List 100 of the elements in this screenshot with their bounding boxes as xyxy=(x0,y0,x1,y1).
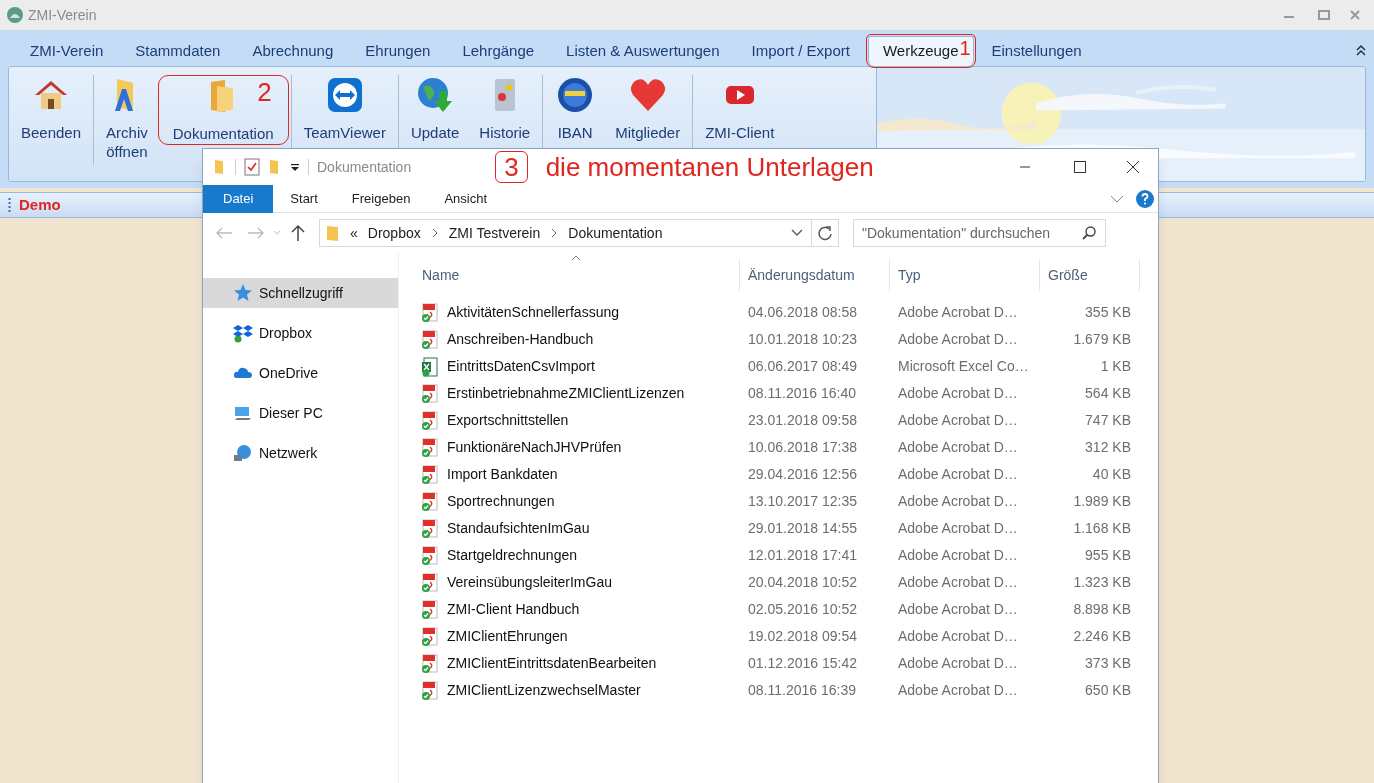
file-name[interactable]: Import Bankdaten xyxy=(447,464,558,485)
nav-item[interactable]: Schnellzugriff xyxy=(203,278,398,308)
annotation-number: 1 xyxy=(959,36,971,61)
type-cell-text: Adobe Acrobat D… xyxy=(897,465,1019,484)
column-header[interactable]: Typ xyxy=(890,259,1040,291)
file-name[interactable]: Anschreiben-Handbuch xyxy=(447,329,594,350)
path-overflow[interactable]: « xyxy=(350,222,358,244)
type-cell-text: Adobe Acrobat D… xyxy=(897,573,1019,592)
address-bar[interactable]: « Dropbox ZMI Testverein Dokumentation xyxy=(319,219,839,247)
size-cell-text: 650 KB xyxy=(1084,681,1132,700)
file-name-cell[interactable]: AktivitätenSchnellerfassung xyxy=(399,302,740,323)
ribbon-tab[interactable]: Freigeben xyxy=(334,184,428,213)
folder-icon xyxy=(326,224,340,242)
ribbon-button[interactable]: Beenden xyxy=(11,75,92,142)
checklist-icon[interactable] xyxy=(244,158,260,176)
pdf-file-icon xyxy=(421,383,439,404)
file-name-cell[interactable]: Import Bankdaten xyxy=(399,464,740,485)
chevron-right-icon[interactable] xyxy=(430,228,439,238)
file-name-cell[interactable]: ZMIClientLizenzwechselMaster xyxy=(399,680,740,701)
file-name-cell[interactable]: ZMIClientEhrungen xyxy=(399,626,740,647)
file-name-cell[interactable]: StandaufsichtenImGau xyxy=(399,518,740,539)
up-arrow-icon[interactable] xyxy=(291,224,305,242)
menu-tab[interactable]: Lehrgänge xyxy=(446,36,551,66)
date-cell-text: 29.01.2018 14:55 xyxy=(747,519,858,538)
ribbon-button[interactable]: Update xyxy=(400,75,470,142)
size-cell-text: 564 KB xyxy=(1084,384,1132,403)
ribbon-button[interactable]: TeamViewer xyxy=(293,75,396,142)
column-header[interactable]: Name xyxy=(399,259,740,291)
file-name[interactable]: VereinsübungsleiterImGau xyxy=(447,572,612,593)
file-name-cell[interactable]: ZMIClientEintrittsdatenBearbeiten xyxy=(399,653,740,674)
size-cell-text: 1.323 KB xyxy=(1072,573,1132,592)
annotation-text: die momentanen Unterlagen xyxy=(545,150,874,184)
ribbon-tab[interactable]: Start xyxy=(273,184,335,213)
file-name[interactable]: ZMIClientLizenzwechselMaster xyxy=(447,680,641,701)
menu-tab[interactable]: ZMI-Verein xyxy=(14,36,120,66)
pdf-file-icon xyxy=(421,329,439,350)
file-name[interactable]: StandaufsichtenImGau xyxy=(447,518,590,539)
search-icon[interactable] xyxy=(1082,226,1096,240)
file-name-cell[interactable]: VereinsübungsleiterImGau xyxy=(399,572,740,593)
ribbon-button[interactable]: Archiv öffnen xyxy=(96,75,158,161)
search-field[interactable]: "Dokumentation" durchsuchen xyxy=(853,219,1106,247)
file-name-cell[interactable]: ZMI-Client Handbuch xyxy=(399,599,740,620)
date-cell-text: 10.06.2018 17:38 xyxy=(747,438,858,457)
file-name[interactable]: Exportschnittstellen xyxy=(447,410,569,431)
file-name[interactable]: Sportrechnungen xyxy=(447,491,555,512)
column-header[interactable]: Änderungsdatum xyxy=(740,259,890,291)
ribbon-button[interactable]: ZMI-Client xyxy=(695,75,785,142)
ribbon-button[interactable]: IBAN xyxy=(545,75,606,142)
chevron-right-icon[interactable] xyxy=(550,228,559,238)
column-header[interactable]: Größe xyxy=(1040,259,1140,291)
menu-tab[interactable]: Import / Export xyxy=(735,36,866,66)
size-cell-text: 373 KB xyxy=(1084,654,1132,673)
menu-tab[interactable]: Einstellungen xyxy=(975,36,1098,66)
type-cell-text: Adobe Acrobat D… xyxy=(897,600,1019,619)
file-name-cell[interactable]: Exportschnittstellen xyxy=(399,410,740,431)
chevron-down-icon[interactable] xyxy=(791,229,803,237)
help-icon[interactable] xyxy=(1136,189,1154,208)
date-cell-text: 04.06.2018 08:58 xyxy=(747,303,858,322)
file-name[interactable]: ZMI-Client Handbuch xyxy=(447,599,580,620)
menu-tab[interactable]: Listen & Auswertungen xyxy=(550,36,736,66)
type-cell-text: Adobe Acrobat D… xyxy=(897,384,1019,403)
path-segment[interactable]: Dokumentation xyxy=(568,222,663,244)
menu-tab[interactable]: Abrechnung xyxy=(236,36,350,66)
ribbon-tab[interactable]: Ansicht xyxy=(427,184,504,213)
pdf-file-icon xyxy=(421,545,439,566)
file-name-cell[interactable]: ErstinbetriebnahmeZMIClientLizenzen xyxy=(399,383,740,404)
file-name-cell[interactable]: EintrittsDatenCsvImport xyxy=(399,356,740,377)
ribbon-button[interactable]: Mitglieder xyxy=(605,75,691,142)
ribbon-button[interactable]: Dokumentation 2 xyxy=(157,75,289,145)
type-cell-text: Adobe Acrobat D… xyxy=(897,303,1019,322)
nav-item[interactable]: Netzwerk xyxy=(203,438,398,468)
menu-tab[interactable]: Ehrungen xyxy=(349,36,447,66)
date-cell-text: 12.01.2018 17:41 xyxy=(747,546,858,565)
file-name[interactable]: AktivitätenSchnellerfassung xyxy=(447,302,619,323)
path-segment[interactable]: ZMI Testverein xyxy=(448,222,541,244)
menu-tab[interactable]: Werkzeuge1 xyxy=(867,36,974,66)
file-name-cell[interactable]: Sportrechnungen xyxy=(399,491,740,512)
file-name[interactable]: ZMIClientEhrungen xyxy=(447,626,568,647)
ribbon-tab[interactable]: Datei xyxy=(203,184,274,213)
nav-item[interactable]: Dropbox xyxy=(203,318,398,348)
nav-item[interactable]: OneDrive xyxy=(203,358,398,388)
file-name[interactable]: ZMIClientEintrittsdatenBearbeiten xyxy=(447,653,657,674)
file-name[interactable]: Startgeldrechnungen xyxy=(447,545,577,566)
size-cell-text: 2.246 KB xyxy=(1072,627,1132,646)
path-segment[interactable]: Dropbox xyxy=(367,222,421,244)
file-name-cell[interactable]: FunktionäreNachJHVPrüfen xyxy=(399,437,740,458)
file-name-cell[interactable]: Anschreiben-Handbuch xyxy=(399,329,740,350)
collapse-ribbon-icon[interactable] xyxy=(1356,44,1366,56)
ribbon-button[interactable]: Historie xyxy=(469,75,541,142)
nav-item[interactable]: Dieser PC xyxy=(203,398,398,428)
file-name[interactable]: EintrittsDatenCsvImport xyxy=(447,356,595,377)
pdf-file-icon xyxy=(421,572,439,593)
menu-tab[interactable]: Stammdaten xyxy=(119,36,237,66)
file-name[interactable]: ErstinbetriebnahmeZMIClientLizenzen xyxy=(447,383,685,404)
size-cell-text: 355 KB xyxy=(1084,303,1132,322)
expand-ribbon-icon[interactable] xyxy=(1110,193,1124,204)
date-cell-text: 23.01.2018 09:58 xyxy=(747,411,858,430)
file-name-cell[interactable]: Startgeldrechnungen xyxy=(399,545,740,566)
star-icon xyxy=(233,283,253,303)
file-name[interactable]: FunktionäreNachJHVPrüfen xyxy=(447,437,622,458)
